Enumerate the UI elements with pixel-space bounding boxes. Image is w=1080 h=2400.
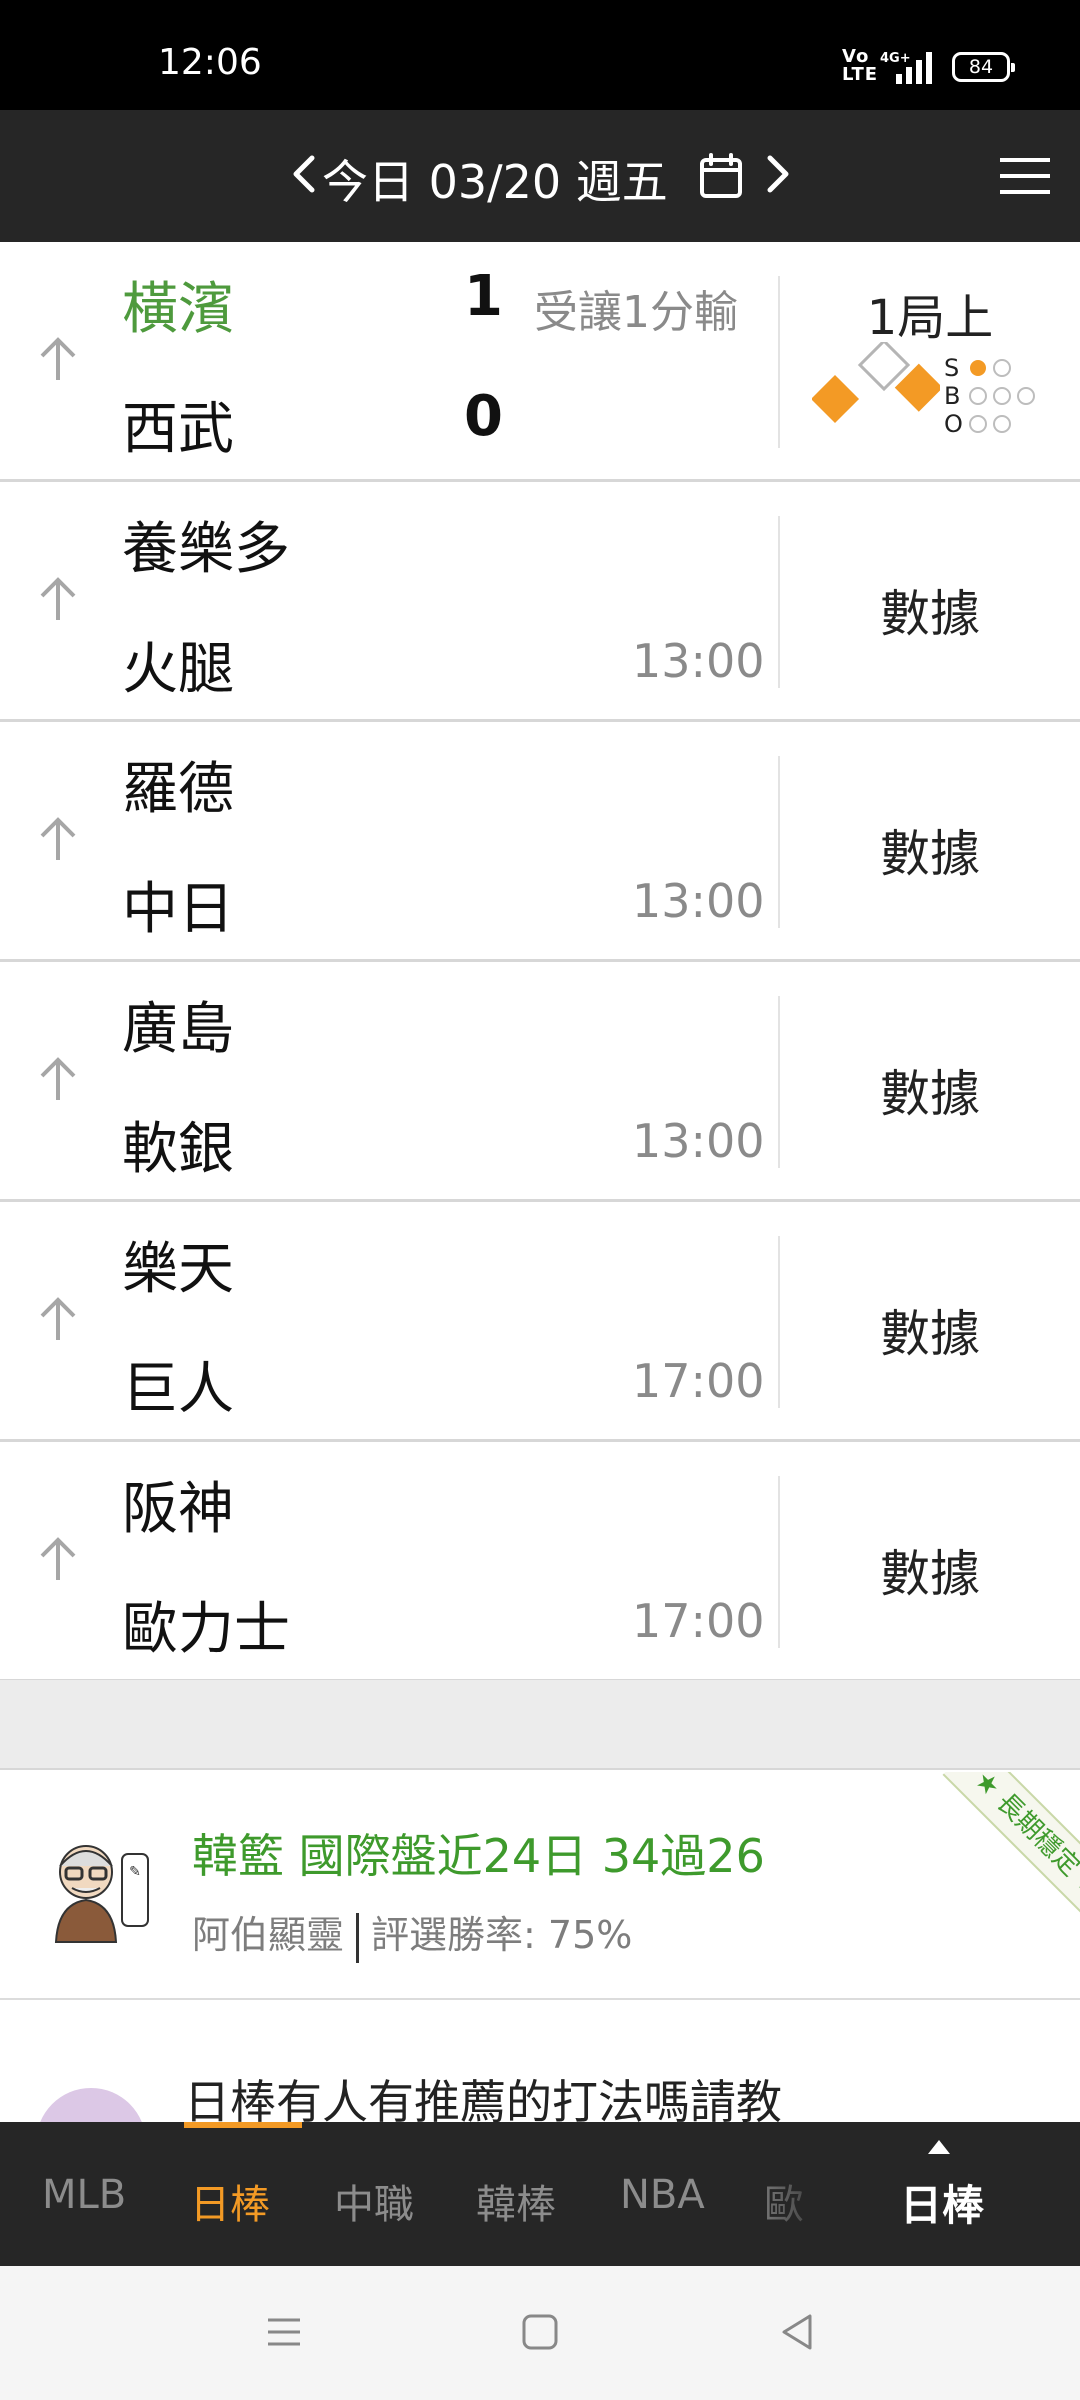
away-team: 羅德	[122, 757, 234, 822]
home-nav-icon[interactable]	[518, 2310, 562, 2354]
home-team: 中日	[122, 877, 234, 942]
arrow-up-icon[interactable]	[36, 334, 80, 384]
away-team: 橫濱	[122, 277, 234, 342]
ball-label: B	[944, 382, 960, 410]
game-time: 13:00	[632, 634, 765, 688]
network-type: 4G+	[880, 51, 911, 66]
system-nav-bar	[0, 2266, 1080, 2400]
menu-nav-icon[interactable]	[262, 2310, 306, 2354]
caret-up-icon[interactable]	[926, 2138, 952, 2156]
divider	[356, 1912, 360, 1963]
signal-icon: 4G+	[880, 51, 932, 84]
ball-count-icon: S B O	[944, 354, 1035, 438]
battery-level: 84	[968, 56, 994, 78]
expert-headline: 韓籃 國際盤近24日 34過26	[192, 1829, 765, 1883]
active-tab-indicator	[184, 2122, 302, 2128]
game-row[interactable]: 樂天 巨人 17:00 數據	[0, 1202, 1080, 1442]
home-team: 西武	[122, 397, 234, 462]
arrow-up-icon[interactable]	[36, 1294, 80, 1344]
expert-info: 阿伯顯靈 評選勝率: 75%	[192, 1904, 632, 1963]
game-row[interactable]: 廣島 軟銀 13:00 數據	[0, 962, 1080, 1202]
away-team: 養樂多	[122, 517, 290, 582]
home-score: 0	[464, 384, 503, 449]
status-bar: 12:06 Vo LTE 4G+ 84	[0, 0, 1080, 110]
back-nav-icon[interactable]	[776, 2310, 820, 2354]
tab-fade	[740, 2122, 840, 2266]
arrow-up-icon[interactable]	[36, 574, 80, 624]
strike-label: S	[944, 354, 959, 382]
home-team: 軟銀	[122, 1117, 234, 1182]
inning-status: 1局上	[866, 290, 994, 346]
stats-button[interactable]: 數據	[780, 1294, 1080, 1366]
user-avatar	[36, 2088, 146, 2122]
expert-avatar: ✎	[54, 1845, 149, 1943]
status-time: 12:06	[158, 42, 262, 83]
svg-text:✎: ✎	[129, 1864, 141, 1880]
away-team: 樂天	[122, 1237, 234, 1302]
post-title: 日棒有人有推薦的打法嗎請教	[184, 2075, 782, 2122]
hamburger-menu-icon[interactable]	[998, 154, 1052, 198]
tab-kbo[interactable]: 韓棒	[476, 2172, 556, 2230]
games-list: 橫濱 西武 1 0 受讓1分輸 1局上 S B O 養樂多 火腿 13:00 數…	[0, 242, 1080, 1682]
calendar-icon[interactable]	[698, 152, 744, 200]
date-title[interactable]: 今日 03/20 週五	[322, 146, 668, 212]
arrow-up-icon[interactable]	[36, 1054, 80, 1104]
game-row[interactable]: 阪神 歐力士 17:00 數據	[0, 1442, 1080, 1682]
away-team: 廣島	[122, 997, 234, 1062]
stats-button[interactable]: 數據	[780, 574, 1080, 646]
home-team: 火腿	[122, 637, 234, 702]
arrow-up-icon[interactable]	[36, 1534, 80, 1584]
chevron-right-icon[interactable]	[760, 144, 796, 204]
home-team: 歐力士	[122, 1597, 290, 1662]
league-tab-bar: MLB 日棒 中職 韓棒 NBA 歐 日棒	[0, 2122, 1080, 2266]
volte-indicator: Vo LTE	[842, 46, 879, 85]
away-score: 1	[464, 264, 503, 329]
game-time: 13:00	[632, 1114, 765, 1168]
game-time: 13:00	[632, 874, 765, 928]
expert-pick-card[interactable]: ✎ 韓籃 國際盤近24日 34過26 阿伯顯靈 評選勝率: 75% ★ 長期穩定 …	[0, 1772, 1080, 2000]
away-team: 阪神	[122, 1477, 234, 1542]
game-row[interactable]: 橫濱 西武 1 0 受讓1分輸 1局上 S B O	[0, 242, 1080, 482]
section-spacer	[0, 1680, 1080, 1770]
tab-mlb[interactable]: MLB	[42, 2172, 126, 2218]
tab-npb[interactable]: 日棒	[190, 2172, 270, 2230]
stats-button[interactable]: 數據	[780, 1054, 1080, 1126]
game-row[interactable]: 羅德 中日 13:00 數據	[0, 722, 1080, 962]
expert-name: 阿伯顯靈	[192, 1913, 345, 1957]
tab-nba[interactable]: NBA	[620, 2172, 705, 2218]
expert-win-rate: 評選勝率: 75%	[371, 1913, 633, 1957]
out-label: O	[944, 410, 963, 438]
date-header: 今日 03/20 週五	[0, 110, 1080, 242]
battery-icon: 84	[952, 52, 1015, 82]
bases-diamond-icon	[812, 342, 940, 424]
home-team: 巨人	[122, 1357, 234, 1422]
stats-button[interactable]: 數據	[780, 1534, 1080, 1606]
game-time: 17:00	[632, 1354, 765, 1408]
tab-cpbl[interactable]: 中職	[334, 2172, 414, 2230]
chevron-left-icon[interactable]	[284, 144, 320, 204]
game-time: 17:00	[632, 1594, 765, 1648]
game-row[interactable]: 養樂多 火腿 13:00 數據	[0, 482, 1080, 722]
current-league-selector[interactable]: 日棒	[900, 2172, 984, 2233]
arrow-up-icon[interactable]	[36, 814, 80, 864]
stats-button[interactable]: 數據	[780, 814, 1080, 886]
forum-post-item[interactable]: 日棒有人有推薦的打法嗎請教	[0, 2002, 1080, 2122]
handicap-result: 受讓1分輸	[534, 287, 738, 338]
stability-badge: ★ 長期穩定 ★	[942, 1772, 1080, 1931]
badge-label: 長期穩定	[990, 1787, 1080, 1883]
